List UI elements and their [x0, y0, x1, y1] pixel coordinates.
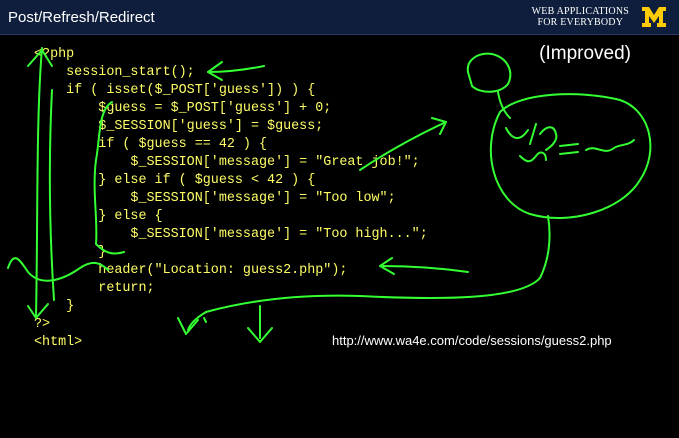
source-url: http://www.wa4e.com/code/sessions/guess2…	[332, 333, 612, 348]
session-bubble	[489, 93, 652, 219]
slide-title: Post/Refresh/Redirect	[8, 9, 155, 26]
brand-line-2: FOR EVERYBODY	[537, 17, 624, 28]
code-line: ?>	[34, 317, 51, 332]
bubble-scribble-2	[519, 139, 635, 163]
header-bar: Post/Refresh/Redirect WEB APPLICATIONS F…	[0, 0, 679, 35]
university-m-logo	[642, 7, 666, 27]
code-line: $_SESSION['message'] = "Great job!";	[34, 155, 420, 170]
code-line: }	[34, 245, 107, 260]
code-line: } else {	[34, 209, 163, 224]
brand-text: WEB APPLICATIONS FOR EVERYBODY	[532, 6, 629, 28]
code-line: if ( isset($_POST['guess']) ) {	[34, 83, 316, 98]
person-head	[466, 52, 512, 93]
code-line: return;	[34, 281, 155, 296]
improved-label: (Improved)	[539, 43, 631, 64]
code-line: $_SESSION['guess'] = $guess;	[34, 119, 324, 134]
brand-line-1: WEB APPLICATIONS	[531, 6, 629, 17]
code-line: }	[34, 299, 75, 314]
php-code-block: <?php session_start(); if ( isset($_POST…	[34, 46, 428, 352]
code-line: $guess = $_POST['guess'] + 0;	[34, 101, 332, 116]
code-line: header("Location: guess2.php");	[34, 263, 348, 278]
person-body	[497, 91, 511, 119]
code-line: if ( $guess == 42 ) {	[34, 137, 268, 152]
code-line: $_SESSION['message'] = "Too high...";	[34, 227, 428, 242]
arrow-head-bubble	[431, 117, 447, 135]
bubble-scribble-1	[505, 123, 558, 151]
code-line: <?php	[34, 47, 75, 62]
code-line: session_start();	[34, 65, 195, 80]
code-line: $_SESSION['message'] = "Too low";	[34, 191, 396, 206]
code-line: } else if ( $guess < 42 ) {	[34, 173, 316, 188]
